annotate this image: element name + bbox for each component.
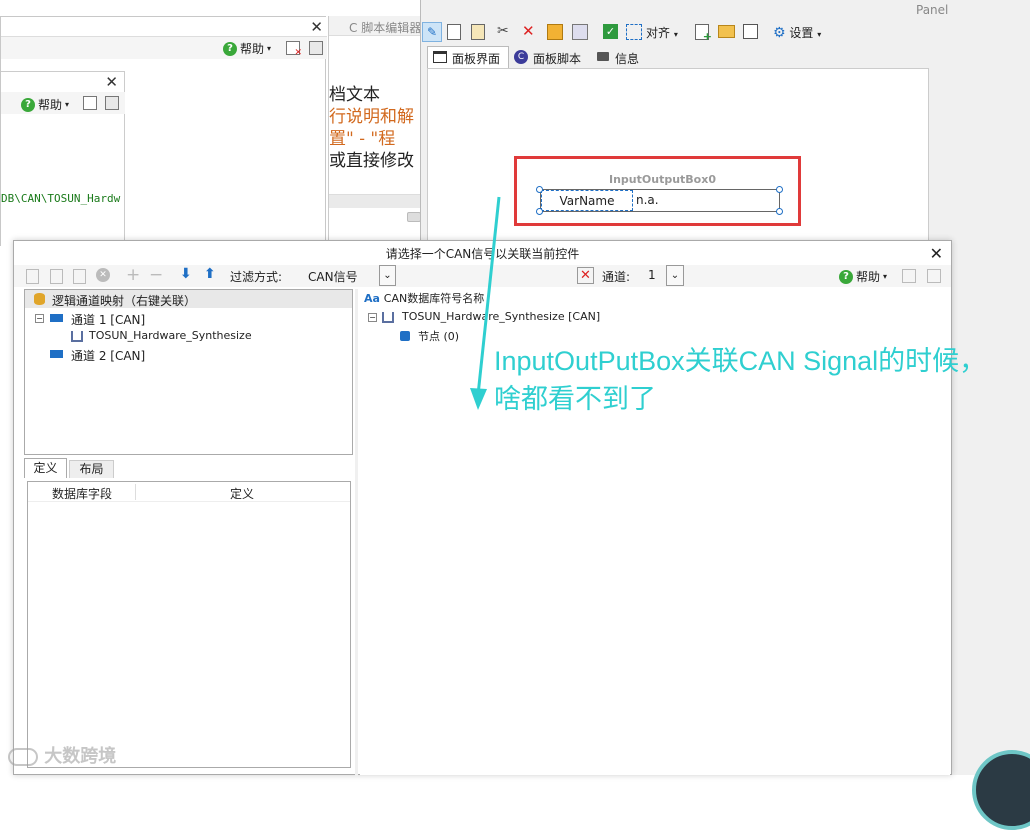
watermark-logo-icon: [8, 748, 38, 766]
watermark-text: 大数跨境: [44, 746, 117, 767]
annotation-text: InputOutPutBox关联CAN Signal的时候，啥都看不到了: [494, 346, 987, 414]
watermark: 大数跨境: [8, 742, 116, 768]
